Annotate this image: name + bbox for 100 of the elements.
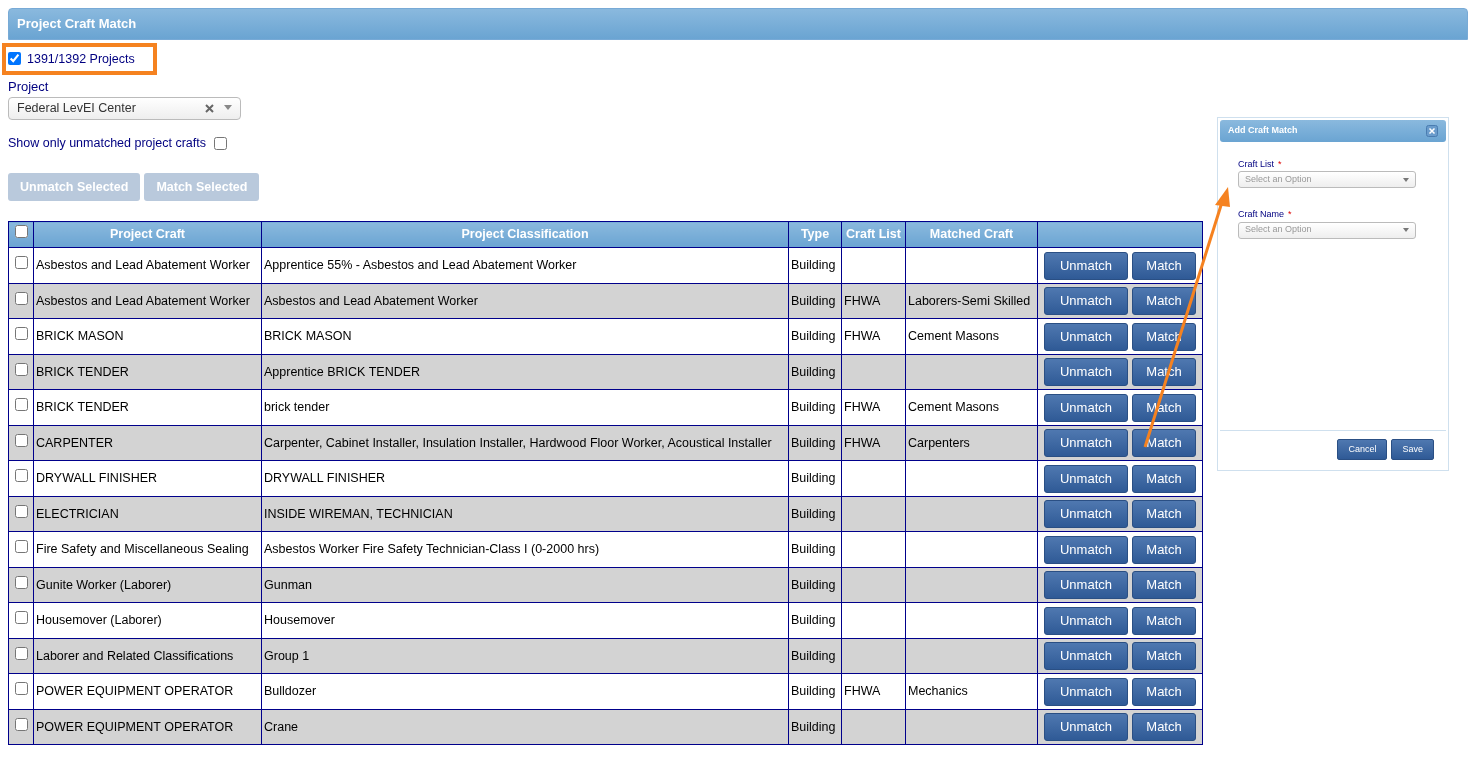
table-cell: Building [791, 400, 836, 415]
match-button[interactable]: Match [1132, 251, 1196, 280]
table-cell: FHWA [844, 684, 881, 699]
match-button[interactable]: Match [1132, 287, 1196, 315]
dialog-button[interactable]: Cancel [1337, 438, 1388, 460]
row-checkbox[interactable] [14, 504, 28, 518]
option-select[interactable]: Select an Option [1238, 221, 1416, 239]
table-cell: Asbestos and Lead Abatement Worker [36, 293, 250, 308]
table-cell: Gunite Worker (Laborer) [36, 577, 172, 592]
checkbox[interactable] [214, 136, 228, 150]
row-checkbox[interactable] [14, 646, 28, 660]
match-button[interactable]: Match [1132, 642, 1196, 670]
unmatch-button[interactable]: Unmatch [1044, 500, 1128, 528]
caret-icon[interactable] [1403, 228, 1409, 232]
unmatch-button[interactable]: Unmatch [1044, 642, 1128, 670]
table-cell: BRICK TENDER [36, 400, 129, 415]
match-button[interactable]: Match [1132, 677, 1196, 706]
table-cell: BRICK TENDER [36, 364, 129, 379]
caret-icon[interactable] [224, 105, 232, 112]
table-cell: Building [791, 329, 836, 344]
match-button[interactable]: Match [1132, 606, 1196, 635]
table-cell: Building [791, 258, 836, 273]
table-cell: Building [791, 577, 836, 592]
row-checkbox[interactable] [14, 682, 28, 696]
table-cell: FHWA [844, 329, 881, 344]
unmatch-button[interactable]: Unmatch [1044, 322, 1128, 351]
match-button[interactable]: Match [1132, 464, 1196, 493]
match-button[interactable]: Match [1132, 429, 1196, 457]
table-cell: Mechanics [908, 684, 968, 699]
table-cell: Building [791, 684, 836, 699]
table-cell: Apprentice 55% - Asbestos and Lead Abatement Worker [264, 258, 577, 273]
table-cell: POWER EQUIPMENT OPERATOR [36, 684, 234, 699]
column-header: Project Classification [261, 221, 789, 248]
field-label: Craft Name [1238, 209, 1284, 219]
table-cell: Building [791, 293, 836, 308]
table-cell: Housemover (Laborer) [36, 613, 162, 628]
match-button[interactable]: Match [1132, 500, 1196, 528]
table-cell: Cement Masons [908, 400, 999, 415]
clear-icon[interactable] [205, 103, 214, 113]
table-cell: DRYWALL FINISHER [264, 471, 386, 486]
unmatch-button[interactable]: Unmatch [1044, 393, 1128, 422]
table-cell: Carpenter, Cabinet Installer, Insulation Installer, Hardwood Floor Worker, Acoustical Installer [264, 435, 772, 450]
match-button[interactable]: Match [1132, 571, 1196, 599]
table-cell: FHWA [844, 400, 881, 415]
unmatch-button[interactable]: Unmatch [1044, 606, 1128, 635]
table-cell: Gunman [264, 577, 312, 592]
table-cell: BRICK MASON [264, 329, 352, 344]
table-cell: Building [791, 648, 836, 663]
unmatch-button[interactable]: Unmatch [1044, 464, 1128, 493]
table-cell: Building [791, 506, 836, 521]
select-all-checkbox[interactable] [14, 225, 28, 239]
row-checkbox[interactable] [14, 611, 28, 625]
match-button[interactable]: Match [1132, 535, 1196, 564]
table-cell: Group 1 [264, 648, 310, 663]
table-cell: Carpenters [908, 435, 970, 450]
option-select[interactable]: Select an Option [1238, 171, 1416, 188]
unmatch-button[interactable]: Unmatch [1044, 358, 1128, 386]
table-cell: DRYWALL FINISHER [36, 471, 158, 486]
table-cell: FHWA [844, 435, 881, 450]
unmatch-button[interactable]: Unmatch [1044, 287, 1128, 315]
project-select[interactable]: Federal LevEI Center [8, 96, 241, 120]
table-cell: Cement Masons [908, 329, 999, 344]
unmatch-button[interactable]: Unmatch [1044, 535, 1128, 564]
table-cell: Asbestos and Lead Abatement Worker [36, 258, 250, 273]
table-cell: Housemover [264, 613, 335, 628]
field-label: Project [8, 78, 50, 97]
column-header: Craft List [841, 221, 906, 248]
match-button[interactable]: Match [1132, 713, 1196, 741]
row-checkbox[interactable] [14, 256, 28, 270]
close-icon[interactable] [1426, 124, 1438, 137]
caret-icon[interactable] [1403, 177, 1409, 182]
table-cell: Apprentice BRICK TENDER [264, 364, 421, 379]
table-cell: Laborers-Semi Skilled [908, 293, 1031, 308]
row-checkbox[interactable] [14, 575, 28, 589]
row-checkbox[interactable] [14, 433, 28, 447]
table-cell: Crane [264, 719, 299, 734]
table-cell: Asbestos Worker Fire Safety Technician-Class I (0-2000 hrs) [264, 542, 600, 557]
unmatch-button[interactable]: Unmatch [1044, 429, 1128, 457]
unmatch-button[interactable]: Unmatch [1044, 251, 1128, 280]
row-checkbox[interactable] [14, 717, 28, 731]
row-checkbox[interactable] [14, 398, 28, 412]
row-checkbox[interactable] [14, 540, 28, 554]
unmatch-button[interactable]: Unmatch [1044, 713, 1128, 741]
panel-header: Project Craft Match [8, 8, 1468, 40]
table-cell: Building [791, 542, 836, 557]
unmatch-button[interactable]: Unmatch [1044, 677, 1128, 706]
checkbox[interactable] [8, 52, 21, 66]
row-checkbox[interactable] [14, 327, 28, 341]
row-checkbox[interactable] [14, 469, 28, 483]
row-checkbox[interactable] [14, 362, 28, 376]
row-checkbox[interactable] [14, 291, 28, 305]
dialog-button[interactable]: Save [1391, 438, 1434, 460]
unmatch-button[interactable]: Unmatch [1044, 571, 1128, 599]
required-mark: * [1288, 209, 1292, 219]
field-label: Craft List [1238, 158, 1274, 169]
table-cell: Building [791, 435, 836, 450]
table-cell: INSIDE WIREMAN, TECHNICIAN [264, 506, 453, 521]
table-cell: Building [791, 471, 836, 486]
table-cell: Building [791, 719, 836, 734]
table-cell: Building [791, 364, 836, 379]
